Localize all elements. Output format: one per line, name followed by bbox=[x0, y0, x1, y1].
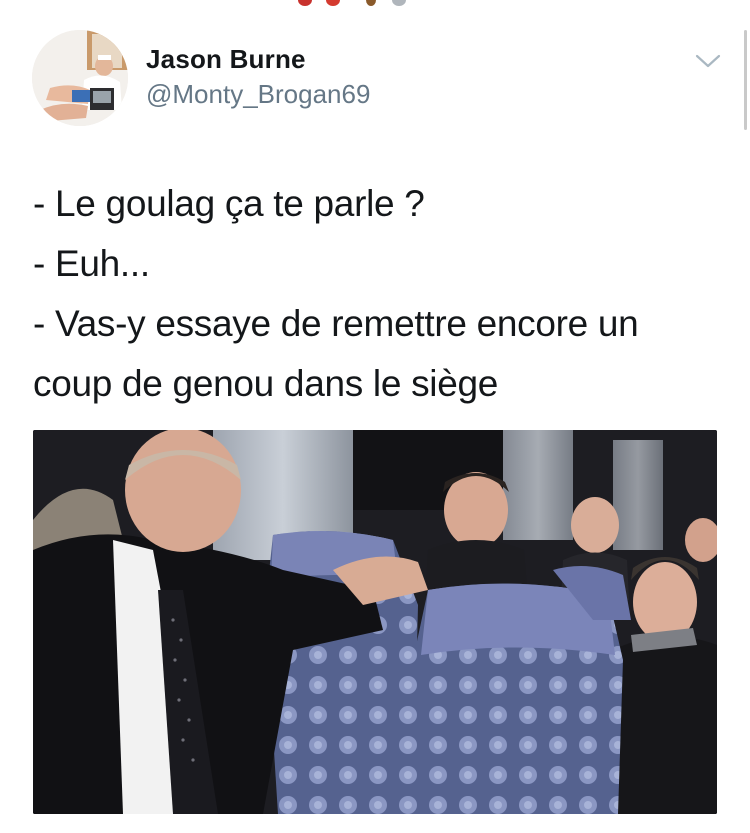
tweet-text-line: - Euh... bbox=[33, 243, 150, 284]
avatar[interactable] bbox=[32, 30, 128, 126]
author-handle[interactable]: @Monty_Brogan69 bbox=[146, 79, 370, 110]
emoji-cutoff bbox=[392, 0, 406, 6]
tweet-photo[interactable] bbox=[33, 430, 717, 814]
emoji-cutoff bbox=[298, 0, 312, 6]
avatar-image bbox=[32, 30, 128, 126]
bus-interior-photo bbox=[33, 430, 717, 814]
tweet-text-line: - Vas-y essaye de remettre encore un bbox=[33, 303, 639, 344]
emoji-strip-cutoff bbox=[0, 0, 750, 8]
emoji-cutoff bbox=[326, 0, 340, 6]
tweet-text-line: coup de genou dans le siège bbox=[33, 363, 499, 404]
tweet-text: - Le goulag ça te parle ? - Euh... - Vas… bbox=[33, 174, 723, 414]
author-name[interactable]: Jason Burne bbox=[146, 44, 306, 75]
tweet-text-line: - Le goulag ça te parle ? bbox=[33, 183, 425, 224]
chevron-down-icon[interactable] bbox=[694, 50, 722, 72]
scrollbar[interactable] bbox=[744, 30, 747, 130]
emoji-cutoff bbox=[366, 0, 376, 6]
tweet-screen: Jason Burne @Monty_Brogan69 - Le goulag … bbox=[0, 0, 750, 833]
